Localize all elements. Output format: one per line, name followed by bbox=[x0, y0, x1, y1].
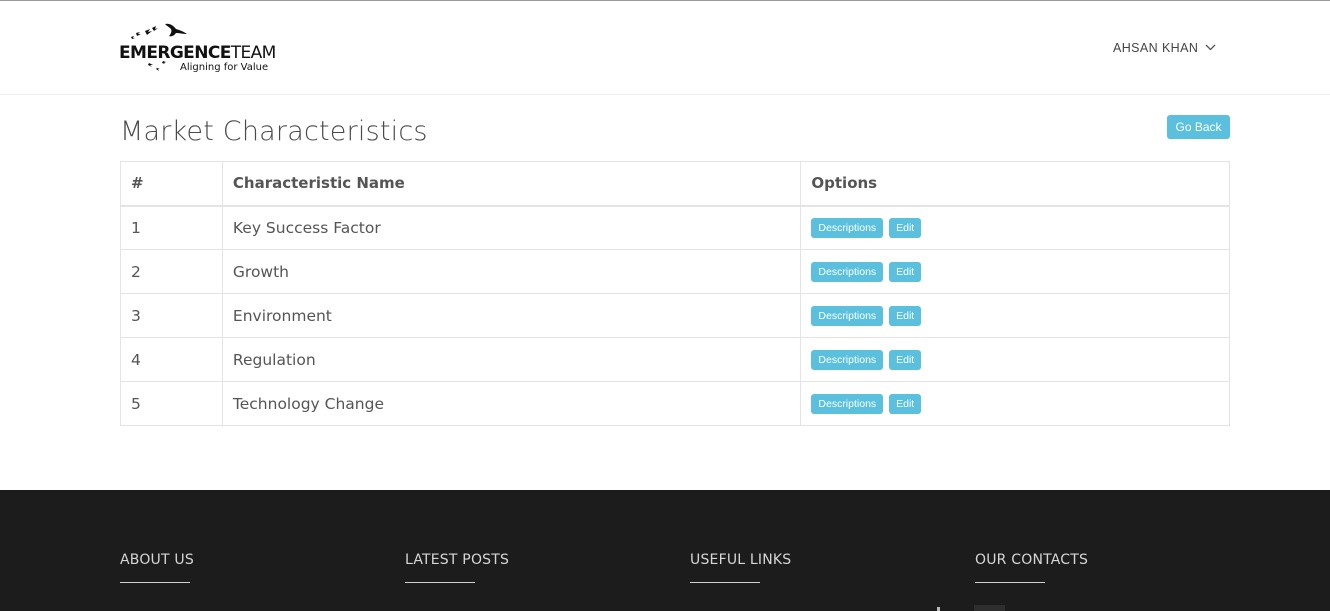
table-row: 5 Technology Change Descriptions Edit bbox=[120, 381, 1230, 426]
edit-button[interactable]: Edit bbox=[889, 349, 922, 370]
footer-contact-icon bbox=[974, 605, 1005, 611]
column-header-number: # bbox=[120, 161, 223, 207]
table-row: 2 Growth Descriptions Edit bbox=[120, 249, 1230, 294]
page-title: Market Characteristics bbox=[120, 116, 428, 147]
footer-heading: ABOUT US bbox=[120, 552, 194, 568]
row-options: Descriptions Edit bbox=[800, 293, 1230, 338]
footer-section-latest-posts: LATEST POSTS bbox=[405, 552, 509, 583]
footer-divider bbox=[405, 582, 475, 583]
edit-button[interactable]: Edit bbox=[889, 217, 922, 238]
row-options: Descriptions Edit bbox=[800, 381, 1230, 426]
logo-wordmark: EMERGENCETEAM bbox=[119, 43, 276, 63]
row-number: 5 bbox=[120, 381, 223, 426]
row-options: Descriptions Edit bbox=[800, 249, 1230, 294]
row-number: 2 bbox=[120, 249, 223, 294]
footer-divider bbox=[975, 582, 1045, 583]
characteristics-table: # Characteristic Name Options 1 Key Succ… bbox=[120, 161, 1230, 426]
descriptions-button[interactable]: Descriptions bbox=[811, 349, 884, 370]
site-footer: ABOUT US LATEST POSTS USEFUL LINKS OUR C… bbox=[0, 490, 1330, 611]
column-header-options: Options bbox=[800, 161, 1230, 207]
site-header: EMERGENCETEAM Aligning for Value AHSAN K… bbox=[0, 1, 1330, 95]
table-row: 3 Environment Descriptions Edit bbox=[120, 293, 1230, 338]
chevron-down-icon bbox=[1205, 44, 1216, 50]
footer-section-contacts: OUR CONTACTS bbox=[975, 552, 1088, 583]
column-header-name: Characteristic Name bbox=[221, 161, 802, 207]
footer-heading: USEFUL LINKS bbox=[690, 552, 792, 568]
go-back-button[interactable]: Go Back bbox=[1167, 115, 1230, 139]
characteristic-name: Environment bbox=[221, 293, 802, 338]
row-options: Descriptions Edit bbox=[800, 337, 1230, 382]
characteristic-name: Growth bbox=[221, 249, 802, 294]
row-options: Descriptions Edit bbox=[800, 205, 1230, 250]
characteristic-name: Regulation bbox=[221, 337, 802, 382]
footer-section-useful-links: USEFUL LINKS bbox=[690, 552, 791, 583]
logo[interactable]: EMERGENCETEAM Aligning for Value bbox=[119, 21, 279, 77]
footer-heading: LATEST POSTS bbox=[405, 552, 510, 568]
descriptions-button[interactable]: Descriptions bbox=[811, 305, 884, 326]
row-number: 3 bbox=[120, 293, 223, 338]
footer-bullet bbox=[937, 607, 940, 611]
footer-divider bbox=[690, 582, 760, 583]
descriptions-button[interactable]: Descriptions bbox=[811, 393, 884, 414]
characteristic-name: Technology Change bbox=[221, 381, 802, 426]
characteristic-name: Key Success Factor bbox=[221, 205, 802, 250]
logo-tagline: Aligning for Value bbox=[180, 62, 269, 73]
footer-section-about: ABOUT US bbox=[120, 552, 194, 583]
row-number: 1 bbox=[120, 205, 223, 250]
row-number: 4 bbox=[120, 337, 223, 382]
edit-button[interactable]: Edit bbox=[889, 305, 922, 326]
footer-heading: OUR CONTACTS bbox=[975, 552, 1089, 568]
table-row: 1 Key Success Factor Descriptions Edit bbox=[120, 205, 1230, 250]
user-menu[interactable]: AHSAN KHAN bbox=[1113, 41, 1216, 55]
table-row: 4 Regulation Descriptions Edit bbox=[120, 337, 1230, 382]
edit-button[interactable]: Edit bbox=[889, 261, 922, 282]
descriptions-button[interactable]: Descriptions bbox=[811, 217, 884, 238]
edit-button[interactable]: Edit bbox=[889, 393, 922, 414]
descriptions-button[interactable]: Descriptions bbox=[811, 261, 884, 282]
table-header-row: # Characteristic Name Options bbox=[120, 161, 1230, 207]
user-name: AHSAN KHAN bbox=[1113, 41, 1199, 55]
footer-divider bbox=[120, 582, 190, 583]
